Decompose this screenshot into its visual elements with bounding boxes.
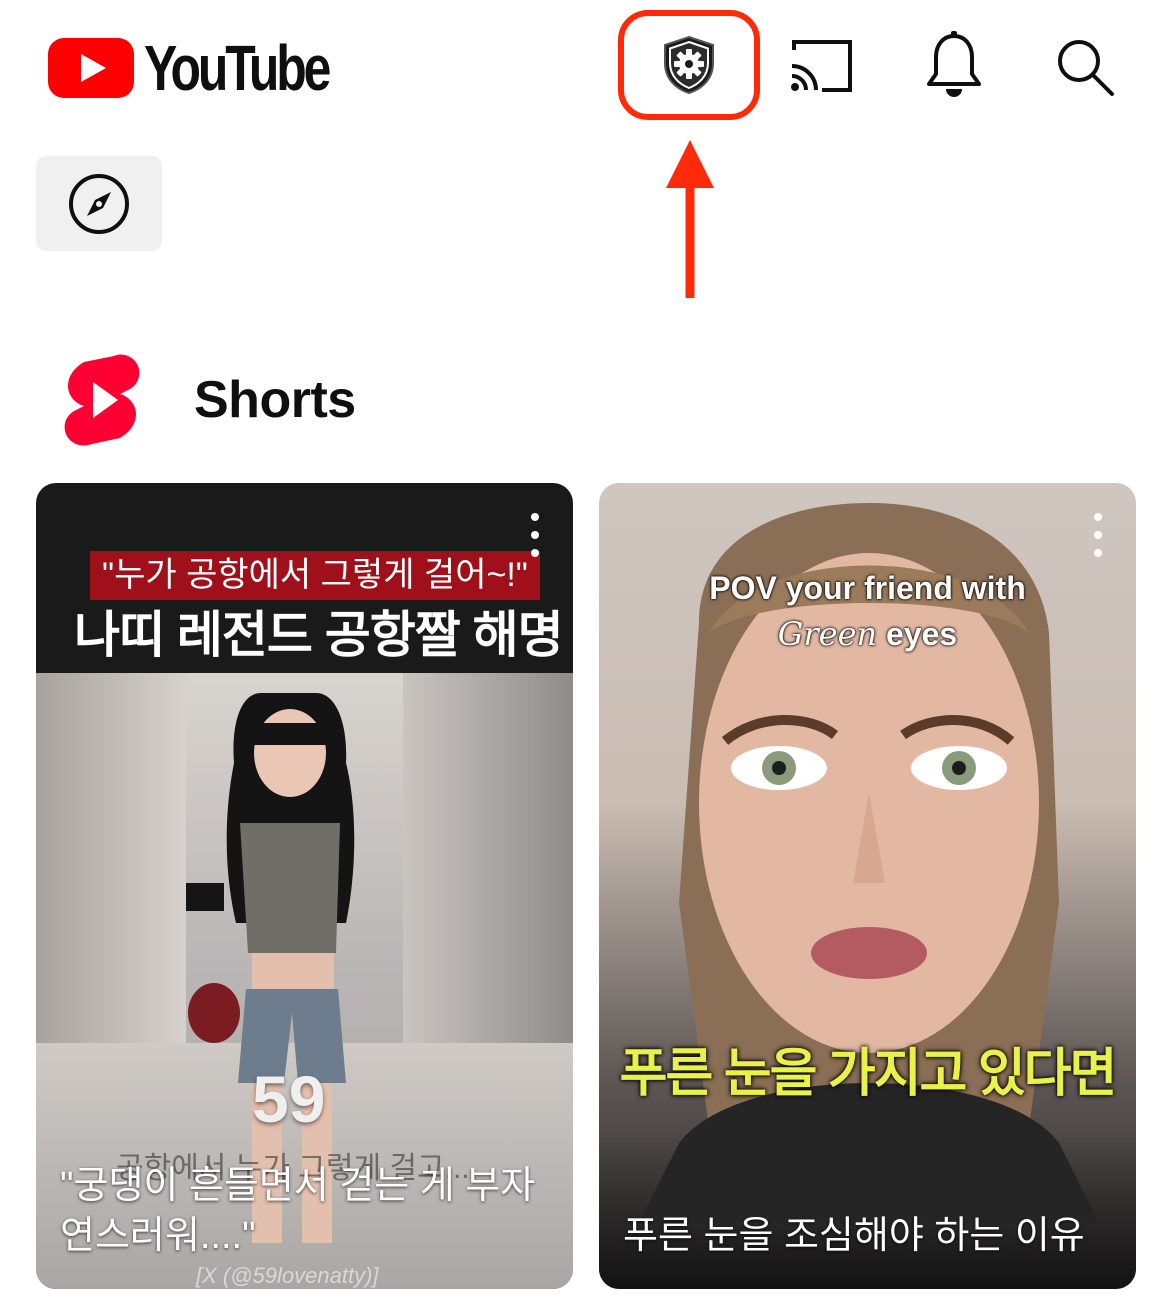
shorts-title-text: 푸른 눈을 조심해야 하는 이유 — [623, 1214, 1085, 1257]
explore-chip[interactable] — [36, 156, 162, 251]
shorts-title-text: "궁댕이 흔들면서 걷는 게 부자연스러워...." — [60, 1165, 536, 1257]
overlay-caption-pov: POV your friend with Green eyes — [599, 565, 1136, 658]
dot — [531, 531, 539, 539]
cast-button[interactable] — [786, 36, 856, 96]
shield-gear-icon — [664, 35, 714, 95]
overlay-caption-korean: 푸른 눈을 가지고 있다면 — [619, 1045, 1118, 1103]
overlay-tag: "누가 공항에서 그렇게 걸어~!" — [90, 551, 540, 601]
overlay-green: Green — [777, 615, 878, 654]
shorts-title: Shorts — [194, 371, 356, 429]
overlay-headline: 나띠 레전드 공항짤 해명 — [74, 607, 564, 663]
cast-icon — [791, 40, 852, 92]
dot — [531, 513, 539, 521]
dot — [1094, 513, 1102, 521]
shorts-card[interactable]: "누가 공항에서 그렇게 걸어~!" 나띠 레전드 공항짤 해명 59 공항에서… — [36, 483, 573, 1289]
notifications-button[interactable] — [924, 30, 984, 100]
overlay-line2: Green eyes — [599, 611, 1136, 657]
overlay-number: 59 — [252, 1062, 326, 1136]
thumbnail-scene — [403, 673, 573, 1053]
dot — [1094, 531, 1102, 539]
overlay-eyes: eyes — [886, 616, 958, 653]
search-button[interactable] — [1054, 36, 1116, 98]
more-options-button[interactable] — [525, 513, 545, 557]
search-icon — [1058, 40, 1114, 96]
shield-extension-button[interactable] — [618, 10, 760, 120]
youtube-logo-icon — [48, 38, 134, 98]
more-options-button[interactable] — [1088, 513, 1108, 557]
shorts-logo-icon — [64, 354, 140, 446]
overlay-line1: POV your friend with — [709, 570, 1026, 606]
youtube-home-screen: YouTube Shorts "누가 공항에서 그렇게 걸어~!" 나띠 레전드… — [0, 0, 1170, 1298]
bell-icon — [927, 31, 981, 97]
compass-icon — [69, 173, 129, 234]
app-name: YouTube — [144, 32, 331, 104]
overlay-credit: [X (@59lovenatty)] — [196, 1263, 379, 1288]
thumbnail-scene — [36, 673, 186, 1053]
dot — [531, 549, 539, 557]
shorts-shelf-header: Shorts — [62, 352, 356, 448]
dot — [1094, 549, 1102, 557]
annotation-arrow — [666, 140, 714, 298]
youtube-logo[interactable]: YouTube — [48, 36, 380, 100]
shorts-card[interactable]: POV your friend with Green eyes 푸른 눈을 가지… — [599, 483, 1136, 1289]
